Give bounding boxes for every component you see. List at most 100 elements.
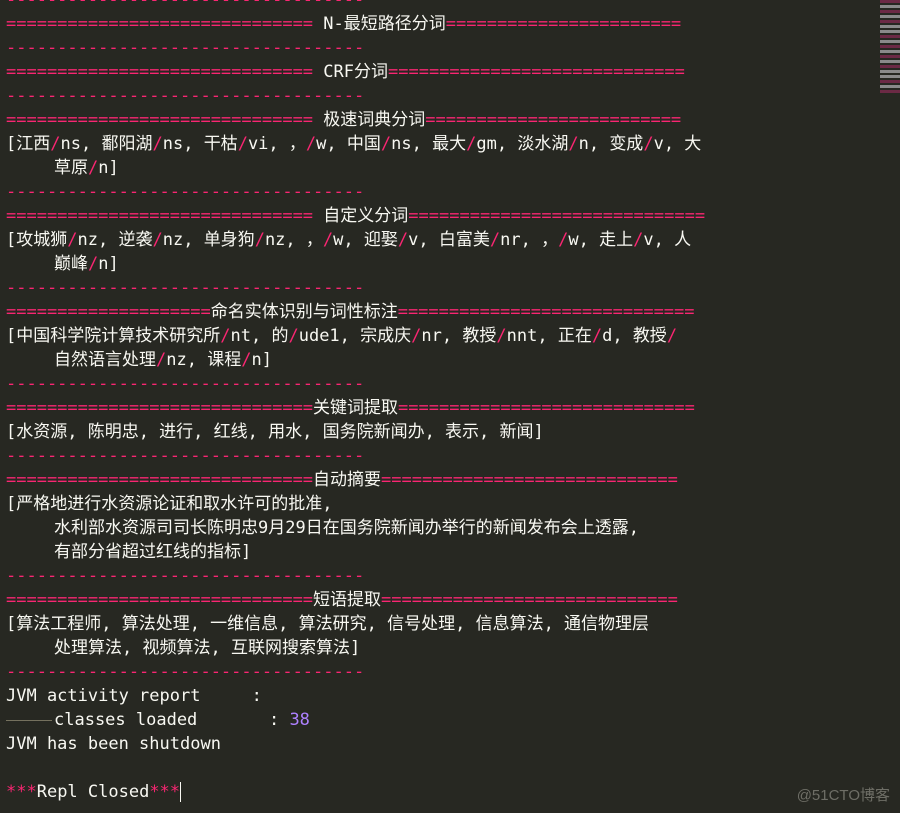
pos-tag: v	[653, 134, 664, 154]
repl-closed-line[interactable]: ***Repl Closed***	[6, 780, 878, 804]
token-word: 人	[674, 230, 692, 250]
equals-rule: =============================	[381, 470, 678, 490]
minimap-stripe	[880, 75, 900, 78]
token-word: ，	[541, 230, 559, 250]
minimap-stripe	[880, 0, 900, 3]
token-word: 草原	[54, 158, 88, 178]
pos-tag: nz	[162, 230, 184, 250]
equals-rule: ==============================	[6, 206, 314, 226]
tag-slash: /	[241, 350, 252, 370]
separator-line: -----------------------------------	[6, 86, 365, 106]
pos-tag: nz	[77, 230, 98, 250]
pos-tag: n	[98, 158, 109, 178]
bracket: [	[6, 134, 17, 154]
output-continuation: 巅峰/n]	[6, 252, 878, 276]
minimap-stripe	[880, 5, 900, 8]
jvm-shutdown-line: JVM has been shutdown	[6, 734, 221, 754]
tag-slash: /	[568, 134, 579, 154]
section-header: ==============================自动摘要======…	[6, 468, 878, 492]
tag-slash: /	[558, 230, 569, 250]
equals-rule: ==============================	[6, 62, 314, 82]
token-word: 迎娶	[363, 230, 398, 250]
equals-rule: ==============================	[6, 470, 314, 490]
section-title: 自定义分词	[313, 206, 409, 226]
section-header: ====================命名实体识别与词性标注=========…	[6, 300, 878, 324]
tag-slash: /	[466, 134, 477, 154]
pos-tag: w	[568, 230, 579, 250]
minimap-stripe	[880, 70, 900, 73]
pos-tag: nt	[230, 326, 251, 346]
repl-console[interactable]: ----------------------------------- ====…	[6, 0, 878, 804]
pos-tag: n	[578, 134, 589, 154]
token-word: 干枯	[203, 134, 238, 154]
minimap-stripe	[880, 25, 900, 28]
stars-left: ***	[6, 782, 37, 802]
tag-slash: /	[156, 350, 167, 370]
repl-closed-label: Repl Closed	[36, 782, 150, 802]
equals-rule: =============================	[388, 62, 685, 82]
section-header: ============================== 极速词典分词===…	[6, 108, 878, 132]
minimap-stripe	[880, 20, 900, 23]
output-continuation: 草原/n]	[6, 156, 878, 180]
token-word: 逆袭	[118, 230, 153, 250]
output-continuation: 自然语言处理/nz, 课程/n]	[6, 348, 878, 372]
pos-tag: ns	[60, 134, 81, 154]
output-line: [攻城狮/nz, 逆袭/nz, 单身狗/nz, ，/w, 迎娶/v, 白富美/n…	[6, 228, 878, 252]
pos-tag: n	[98, 254, 109, 274]
pos-tag: vi	[247, 134, 269, 154]
comma: ,	[578, 230, 600, 250]
pos-tag: ude1	[298, 326, 340, 346]
minimap-stripe	[880, 40, 900, 43]
token-word: 白富美	[438, 230, 490, 250]
token-word: 正在	[557, 326, 592, 346]
token-word: 走上	[599, 230, 634, 250]
minimap-stripe	[880, 30, 900, 33]
equals-rule: ==============================	[6, 590, 314, 610]
minimap-stripe	[880, 90, 900, 93]
minimap-stripe	[880, 15, 900, 18]
equals-rule: =========================	[425, 110, 682, 130]
minimap-stripe	[880, 55, 900, 58]
minimap-stripe	[880, 60, 900, 63]
comma: ,	[250, 326, 272, 346]
output-line: [水资源, 陈明忠, 进行, 红线, 用水, 国务院新闻办, 表示, 新闻]	[6, 422, 544, 442]
separator-line: -----------------------------------	[6, 182, 365, 202]
section-header: ============================== 自定义分词====…	[6, 204, 878, 228]
section-header: ==============================短语提取======…	[6, 588, 878, 612]
minimap[interactable]	[880, 0, 900, 95]
stars-right: ***	[149, 782, 181, 802]
tag-slash: /	[152, 134, 163, 154]
token-word: 教授	[632, 326, 667, 346]
tag-slash: /	[496, 326, 507, 346]
bracket: ]	[261, 350, 272, 370]
output-line: [中国科学院计算技术研究所/nt, 的/ude1, 宗成庆/nr, 教授/nnt…	[6, 324, 878, 348]
minimap-stripe	[880, 80, 900, 83]
minimap-stripe	[880, 50, 900, 53]
section-title: CRF分词	[313, 62, 388, 82]
separator-line: -----------------------------------	[6, 38, 365, 58]
pos-tag: v	[408, 230, 419, 250]
equals-rule: =============================	[397, 302, 695, 322]
tag-slash: /	[397, 230, 409, 250]
equals-rule: ==============================	[6, 398, 314, 418]
pos-tag: nr	[500, 230, 521, 250]
comma: ,	[418, 230, 439, 250]
equals-rule: ==============================	[6, 110, 314, 130]
classes-loaded-label: classes loaded	[54, 710, 198, 730]
tag-slash: /	[489, 230, 501, 250]
comma: ,	[80, 134, 102, 154]
minimap-stripe	[880, 45, 900, 48]
separator-line: -----------------------------------	[6, 446, 365, 466]
token-word: ，	[305, 230, 323, 250]
token-word: 中国科学院计算技术研究所	[16, 326, 221, 346]
tag-slash: /	[237, 134, 248, 154]
tag-slash: /	[288, 326, 299, 346]
jvm-report-label: JVM activity report	[6, 686, 201, 706]
token-word: 单身狗	[203, 230, 255, 250]
separator-line: -----------------------------------	[6, 566, 365, 586]
pos-tag: nnt	[506, 326, 538, 346]
section-title: 命名实体识别与词性标注	[210, 302, 398, 322]
comma: ,	[186, 350, 208, 370]
jvm-classes-line: classes loaded : 38	[6, 708, 878, 732]
equals-rule: ==============================	[6, 14, 314, 34]
